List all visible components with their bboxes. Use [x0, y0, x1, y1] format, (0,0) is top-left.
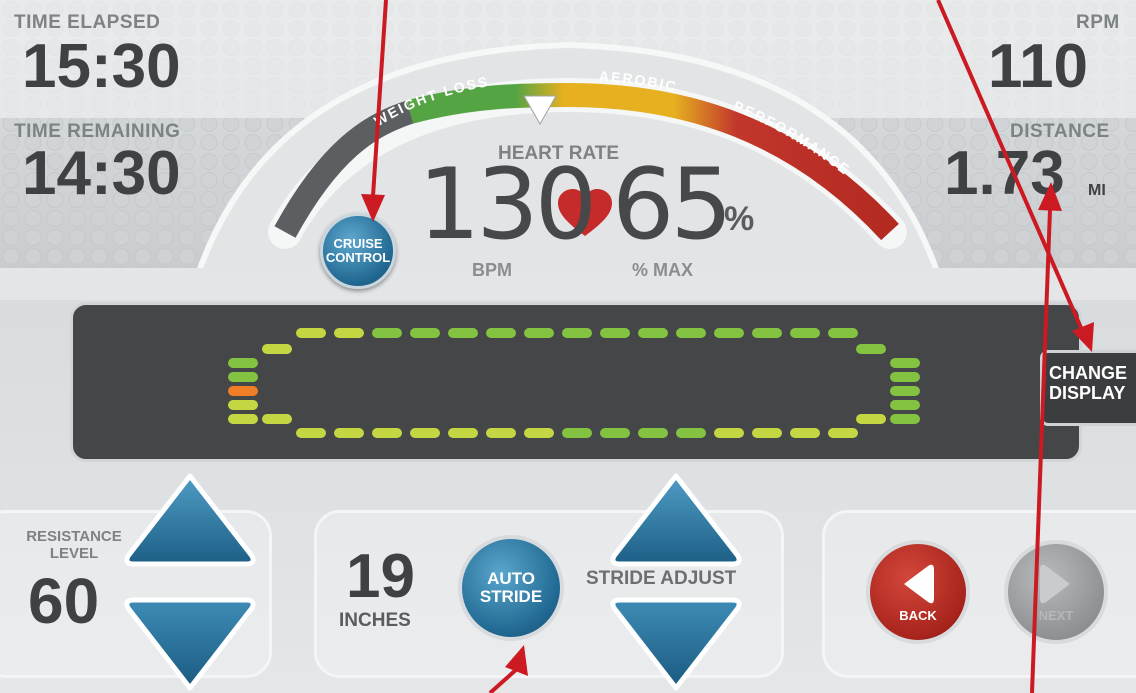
annotation-arrows — [361, 0, 1094, 693]
annotation-arrow-change-display — [936, 0, 1094, 352]
annotation-arrow-distance — [1030, 182, 1062, 693]
annotation-arrow-auto-stride — [488, 645, 528, 693]
console-screen: TIME ELAPSED 15:30 TIME REMAINING 14:30 … — [0, 0, 1136, 693]
annotation-arrow-cruise-control — [361, 0, 388, 222]
